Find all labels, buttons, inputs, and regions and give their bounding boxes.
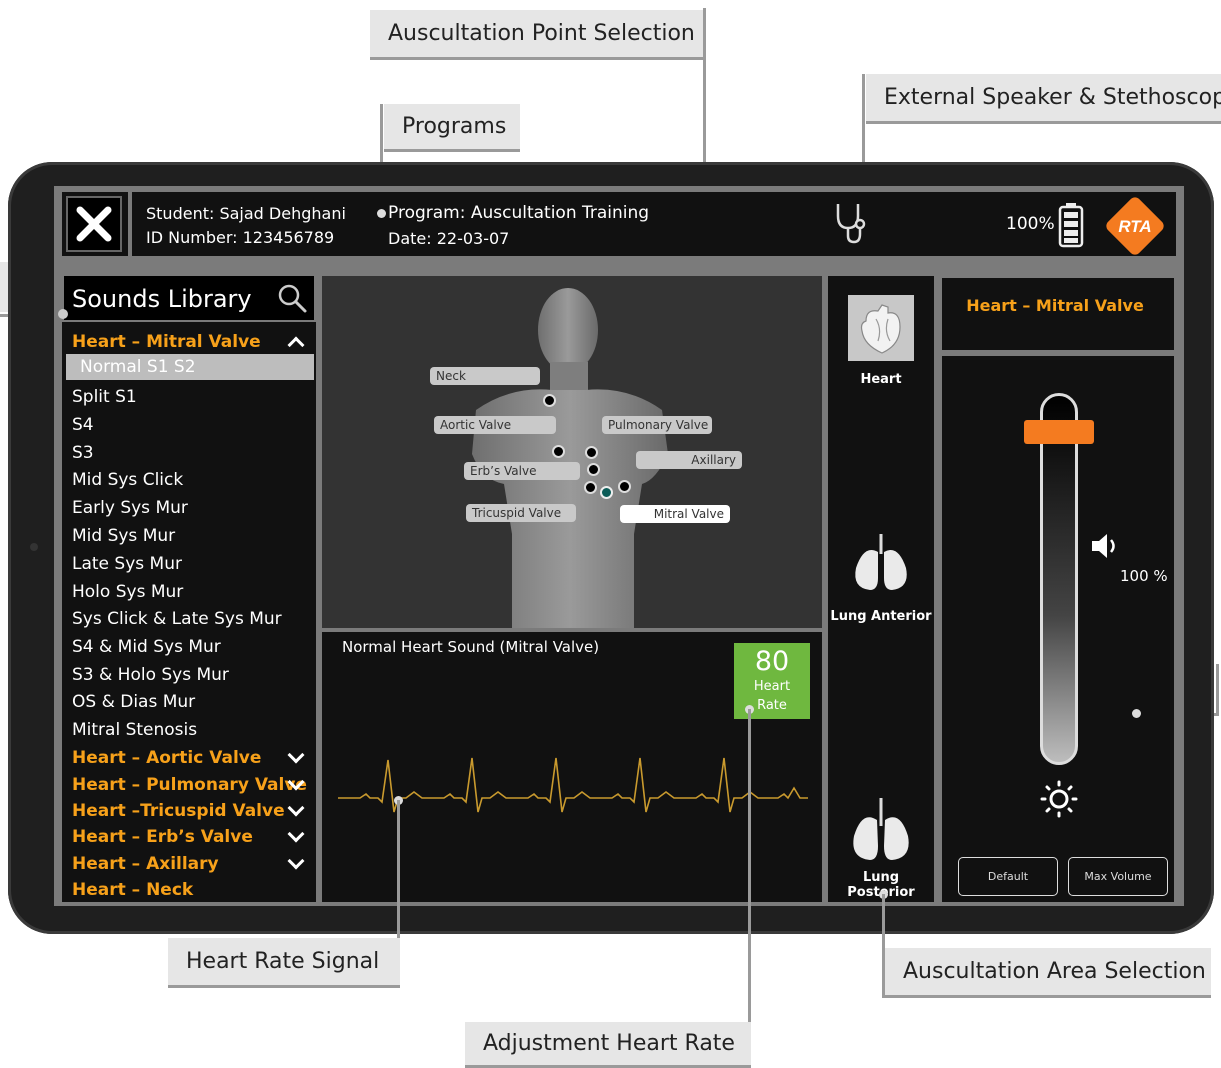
library-item[interactable]: Early Sys Mur	[72, 498, 188, 518]
heart-area-button[interactable]	[848, 295, 914, 361]
library-group[interactable]: Heart – Axillary	[72, 854, 219, 874]
max-volume-button[interactable]: Max Volume	[1068, 857, 1168, 896]
point-erbs[interactable]	[587, 463, 600, 476]
student-id: ID Number: 123456789	[146, 228, 335, 247]
callout-auscultation-point: Auscultation Point Selection	[370, 10, 704, 60]
library-title: Sounds Library	[72, 285, 252, 313]
library-group-open[interactable]: Heart – Mitral Valve	[72, 332, 261, 352]
library-group[interactable]: Heart – Pulmonary Valve	[72, 775, 307, 795]
heart-icon	[860, 304, 901, 354]
area-label-lung-anterior: Lung Anterior	[830, 609, 932, 624]
point-label-axillary[interactable]: Axillary	[636, 451, 742, 469]
close-icon	[76, 206, 112, 242]
speaker-icon[interactable]	[1090, 532, 1120, 560]
callout-programs: Programs	[384, 104, 520, 152]
library-group[interactable]: Heart – Erb’s Valve	[72, 827, 253, 847]
library-selected-label: Normal S1 S2	[80, 357, 196, 377]
point-label-erbs[interactable]: Erb’s Valve	[464, 462, 580, 480]
library-group[interactable]: Heart – Neck	[72, 880, 193, 900]
battery-icon	[1058, 203, 1084, 248]
callout-adjustment-heart-rate: Adjustment Heart Rate	[465, 1022, 751, 1068]
callout-auscultation-area: Auscultation Area Selection	[885, 948, 1211, 998]
point-axillary[interactable]	[618, 480, 631, 493]
brightness-icon[interactable]	[1040, 780, 1078, 818]
header-divider	[128, 192, 132, 256]
close-button[interactable]	[66, 196, 122, 252]
library-item[interactable]: S4 & Mid Sys Mur	[72, 637, 221, 657]
lung-icon[interactable]	[846, 796, 916, 866]
program-name: Program: Auscultation Training	[388, 203, 650, 223]
point-label-mitral[interactable]: Mitral Valve	[620, 505, 730, 523]
library-item[interactable]: Sys Click & Late Sys Mur	[72, 609, 282, 629]
battery-percent: 100%	[1006, 214, 1055, 234]
library-item[interactable]: Split S1	[72, 387, 137, 407]
logo: RTA	[1100, 191, 1170, 261]
current-selection-title: Heart – Mitral Valve	[966, 296, 1144, 315]
torso-model	[472, 288, 668, 628]
student-name: Student: Sajad Dehghani	[146, 204, 346, 223]
callout-line	[1216, 664, 1219, 716]
library-item[interactable]: Mitral Stenosis	[72, 720, 197, 740]
volume-slider-handle[interactable]	[1024, 420, 1094, 444]
heart-rate-value: 80	[754, 646, 790, 677]
point-mitral-selected[interactable]	[600, 486, 613, 499]
svg-text:RTA: RTA	[1118, 217, 1151, 236]
volume-marker	[1132, 709, 1141, 718]
library-item[interactable]: Mid Sys Click	[72, 470, 183, 490]
library-item[interactable]: S4	[72, 415, 94, 435]
callout-heart-rate-signal: Heart Rate Signal	[168, 938, 400, 988]
point-label-neck[interactable]: Neck	[430, 367, 540, 385]
point-tricuspid[interactable]	[584, 481, 597, 494]
area-label-heart: Heart	[860, 372, 902, 387]
library-item[interactable]: S3	[72, 443, 94, 463]
point-label-pulmonary[interactable]: Pulmonary Valve	[602, 416, 712, 434]
default-button[interactable]: Default	[958, 857, 1058, 896]
library-group[interactable]: Heart –Tricuspid Valve	[72, 801, 285, 821]
volume-slider-track[interactable]	[1040, 393, 1078, 765]
volume-percent: 100 %	[1120, 567, 1168, 585]
library-item[interactable]: Late Sys Mur	[72, 554, 182, 574]
camera-dot	[30, 543, 38, 551]
point-aortic[interactable]	[552, 445, 565, 458]
search-icon[interactable]	[276, 282, 308, 314]
lung-icon[interactable]	[848, 530, 914, 596]
stethoscope-button[interactable]	[830, 200, 870, 246]
library-title-marker	[58, 309, 68, 319]
library-item[interactable]: OS & Dias Mur	[72, 692, 195, 712]
library-item[interactable]: Mid Sys Mur	[72, 526, 175, 546]
library-item[interactable]: S3 & Holo Sys Mur	[72, 665, 229, 685]
point-neck[interactable]	[543, 394, 556, 407]
callout-external-speaker: External Speaker & Stethoscope	[866, 74, 1221, 124]
program-marker	[377, 209, 386, 218]
ecg-waveform	[338, 757, 808, 813]
stethoscope-icon	[836, 204, 866, 244]
program-date: Date: 22-03-07	[388, 229, 510, 248]
point-pulmonary[interactable]	[585, 446, 598, 459]
point-label-tricuspid[interactable]: Tricuspid Valve	[466, 504, 576, 522]
callout-line	[748, 709, 751, 1068]
library-item[interactable]: Holo Sys Mur	[72, 582, 183, 602]
point-label-aortic[interactable]: Aortic Valve	[434, 416, 556, 434]
signal-title: Normal Heart Sound (Mitral Valve)	[342, 638, 600, 656]
library-group[interactable]: Heart – Aortic Valve	[72, 748, 261, 768]
